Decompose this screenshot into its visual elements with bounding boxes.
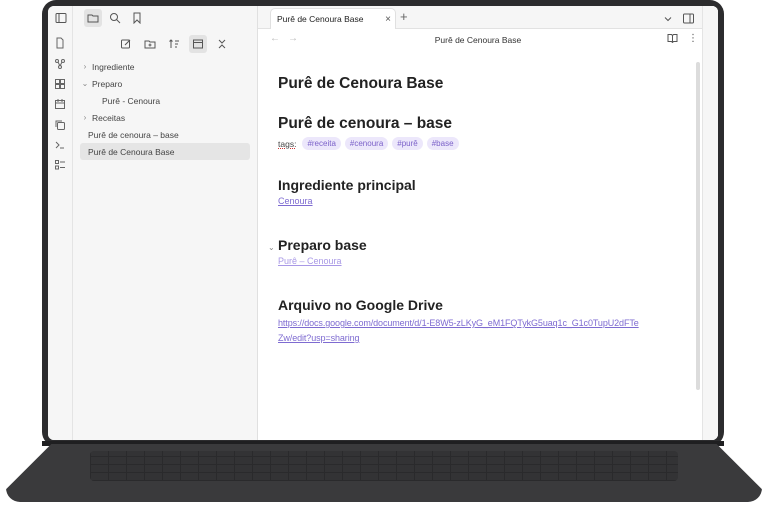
chevron-right-icon[interactable]: › — [80, 113, 90, 122]
tab-bar-right-tools — [663, 11, 694, 29]
reading-view-icon[interactable] — [667, 33, 678, 46]
tab-title: Purê de Cenoura Base — [277, 14, 364, 24]
bookmark-icon[interactable] — [128, 9, 146, 27]
tag-base[interactable]: #base — [426, 137, 459, 150]
new-tab-button[interactable]: + — [400, 9, 408, 24]
calendar-icon[interactable] — [53, 97, 67, 111]
canvas-icon[interactable] — [53, 77, 67, 91]
url-line-2[interactable]: Zw/edit?usp=sharing — [278, 331, 678, 346]
heading: Preparo base — [278, 237, 367, 253]
ribbon — [48, 6, 73, 440]
tree-item-label: Ingrediente — [92, 61, 135, 72]
tree-item-label: Purê de Cenoura Base — [88, 146, 175, 157]
sidebar-top-toolbar — [52, 8, 146, 28]
link-cenoura[interactable]: Cenoura — [278, 196, 416, 206]
more-options-icon[interactable]: ⋮ — [688, 33, 698, 46]
editor-pane: Purê de Cenoura Base × + ← → Purê de Cen… — [258, 6, 718, 440]
tag-pure[interactable]: #purê — [392, 137, 423, 150]
new-folder-icon[interactable] — [141, 35, 159, 53]
tree-file-pure-cenoura[interactable]: Purê - Cenoura — [80, 92, 250, 109]
file-actions-toolbar — [117, 35, 231, 53]
tree-item-label: Receitas — [92, 112, 126, 123]
sort-icon[interactable] — [165, 35, 183, 53]
view-header-title[interactable]: Purê de Cenoura Base — [258, 35, 698, 45]
view-header-actions: ⋮ — [667, 33, 698, 46]
tree-folder-ingrediente[interactable]: › Ingrediente — [80, 58, 250, 75]
template-icon[interactable] — [53, 158, 67, 172]
heading: Arquivo no Google Drive — [278, 297, 443, 313]
tree-file-pure-de-cenoura-base[interactable]: Purê de Cenoura Base — [80, 143, 250, 160]
tab-pure-de-cenoura-base[interactable]: Purê de Cenoura Base × — [270, 8, 396, 29]
file-tree: › Ingrediente ⌄ Preparo Purê - Cenoura ›… — [80, 58, 250, 160]
new-note-icon[interactable] — [117, 35, 135, 53]
fold-chevron-icon[interactable]: ⌄ — [268, 243, 275, 252]
tab-bar: Purê de Cenoura Base × + — [258, 6, 718, 29]
tags-label: tags: — [278, 138, 297, 149]
tree-item-label: Purê de cenoura – base — [88, 129, 179, 140]
section-preparo: ⌄ Preparo base Purê – Cenoura — [268, 237, 367, 266]
heading: Ingrediente principal — [278, 177, 416, 193]
tree-folder-preparo[interactable]: ⌄ Preparo — [80, 75, 250, 92]
url-line-1[interactable]: https://docs.google.com/document/d/1-E8W… — [278, 316, 678, 331]
app-window: › Ingrediente ⌄ Preparo Purê - Cenoura ›… — [48, 6, 718, 440]
chevron-right-icon[interactable]: › — [80, 62, 90, 71]
google-drive-link[interactable]: https://docs.google.com/document/d/1-E8W… — [278, 316, 678, 346]
file-icon[interactable] — [53, 36, 67, 50]
close-icon[interactable]: × — [381, 14, 395, 25]
graph-icon[interactable] — [53, 57, 67, 71]
search-icon[interactable] — [106, 9, 124, 27]
tags-row: tags: #receita #cenoura #purê #base — [278, 137, 459, 150]
tag-cenoura[interactable]: #cenoura — [344, 137, 389, 150]
section-ingrediente: Ingrediente principal Cenoura — [278, 177, 416, 206]
copy-icon[interactable] — [53, 118, 67, 132]
chevron-down-icon[interactable]: ⌄ — [80, 79, 90, 88]
collapse-view-icon[interactable] — [189, 35, 207, 53]
tree-folder-receitas[interactable]: › Receitas — [80, 109, 250, 126]
section-google-drive: Arquivo no Google Drive https://docs.goo… — [278, 297, 678, 346]
view-header: ← → Purê de Cenoura Base ⋮ — [258, 29, 698, 51]
heading: Purê de cenoura – base — [278, 115, 453, 132]
right-sidebar-toggle-icon[interactable] — [683, 11, 694, 29]
collapse-all-icon[interactable] — [213, 35, 231, 53]
sidebar-toggle-icon[interactable] — [52, 9, 70, 27]
tree-item-label: Purê - Cenoura — [102, 95, 161, 106]
link-pure-cenoura[interactable]: Purê – Cenoura — [278, 256, 367, 266]
file-explorer-sidebar: › Ingrediente ⌄ Preparo Purê - Cenoura ›… — [55, 6, 258, 440]
tag-receita[interactable]: #receita — [302, 137, 341, 150]
tree-item-label: Preparo — [92, 78, 123, 89]
right-sidebar — [702, 6, 718, 440]
folder-icon[interactable] — [84, 9, 102, 27]
editor-scrollbar[interactable] — [696, 62, 700, 390]
laptop-keyboard — [90, 451, 678, 481]
terminal-icon[interactable] — [53, 138, 67, 152]
tree-file-pure-de-cenoura-base-lower[interactable]: Purê de cenoura – base — [80, 126, 250, 143]
chevron-down-icon[interactable] — [663, 11, 673, 29]
section-heading-1: Purê de cenoura – base — [278, 115, 452, 133]
note-title: Purê de Cenoura Base — [278, 75, 444, 92]
